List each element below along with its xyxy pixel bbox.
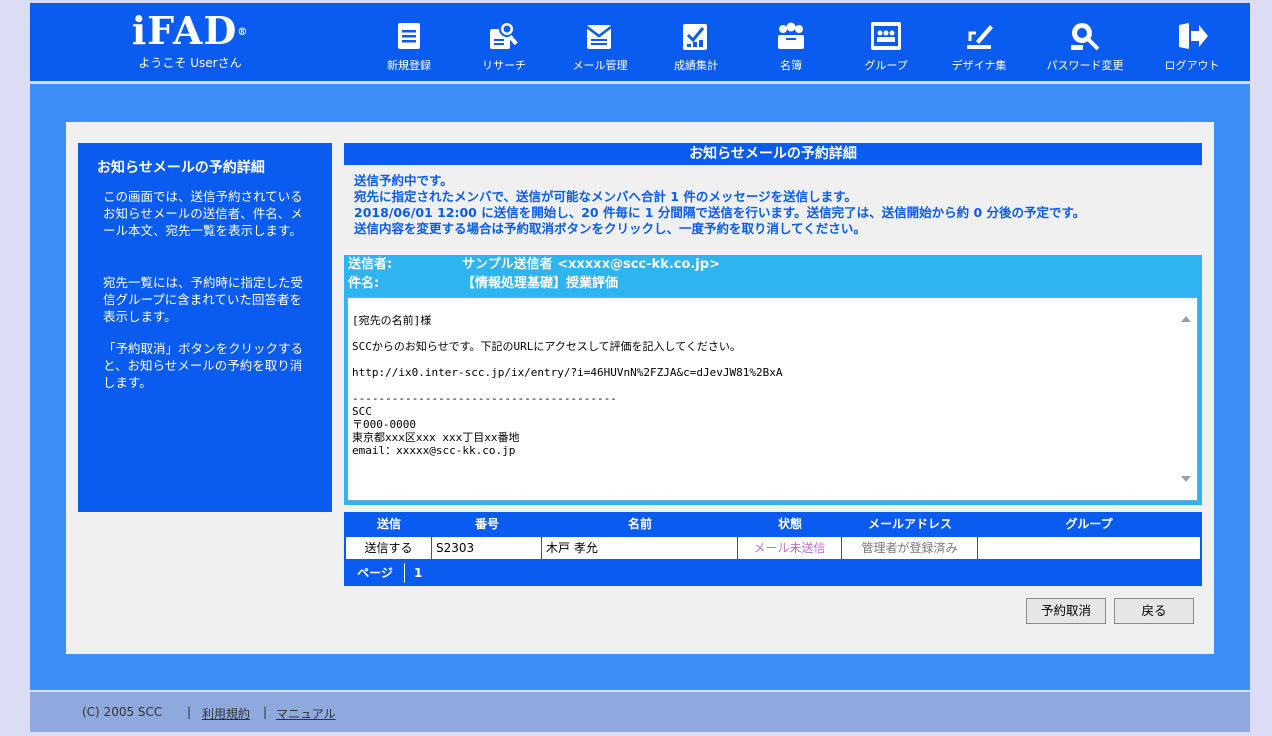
number-cell: S2303 bbox=[432, 537, 542, 559]
nav-research[interactable]: リサーチ bbox=[456, 19, 552, 73]
notice-line: 送信内容を変更する場合は予約取消ボタンをクリックし、一度予約を取り消してください… bbox=[354, 221, 866, 236]
nav-password-change[interactable]: パスワード変更 bbox=[1037, 19, 1133, 73]
terms-link[interactable]: 利用規約 bbox=[202, 705, 250, 722]
notice-line: 2018/06/01 12:00 に送信を開始し、20 件毎に 1 分間隔で送信… bbox=[354, 205, 1086, 220]
sender-value: サンプル送信者 <xxxxx@scc-kk.co.jp> bbox=[462, 257, 720, 272]
notice-line: 送信予約中です。 bbox=[354, 173, 453, 188]
subject-label: 件名: bbox=[348, 276, 380, 291]
password-icon bbox=[1071, 23, 1100, 51]
mail-icon bbox=[586, 25, 612, 49]
pager-divider bbox=[404, 563, 405, 583]
nav-label: ログアウト bbox=[1164, 59, 1220, 72]
nav-label: グループ bbox=[864, 59, 908, 72]
send-cell: 送信する bbox=[346, 537, 432, 559]
name-cell: 木戸 孝允 bbox=[542, 537, 738, 559]
scroll-down-arrow[interactable] bbox=[1181, 476, 1191, 482]
mail-address-cell: 管理者が登録済み bbox=[842, 537, 978, 559]
designer-icon bbox=[967, 25, 993, 49]
nav-label: 新規登録 bbox=[387, 59, 431, 72]
nav-logout[interactable]: ログアウト bbox=[1144, 19, 1240, 73]
notice-line: 宛先に指定されたメンバで、送信が可能なメンバへ合計 1 件のメッセージを送信しま… bbox=[354, 189, 857, 204]
group-icon bbox=[871, 22, 901, 50]
sidebar-description-3: 「予約取消」ボタンをクリックすると、お知らせメールの予約を取り消します。 bbox=[103, 341, 304, 390]
pager-label: ページ bbox=[357, 566, 393, 580]
logout-icon bbox=[1179, 23, 1208, 49]
nav-label: メール管理 bbox=[572, 59, 628, 72]
nav-label: デザイナ集 bbox=[951, 59, 1007, 72]
help-sidebar: お知らせメールの予約詳細 この画面では、送信予約されているお知らせメールの送信者… bbox=[78, 143, 332, 512]
research-icon bbox=[490, 21, 518, 49]
column-header: グループ bbox=[1065, 517, 1113, 531]
mail-preview: 送信者: サンプル送信者 <xxxxx@scc-kk.co.jp> 件名: 【情報処… bbox=[344, 255, 1202, 505]
logo: iFAD® ようこそ Userさん bbox=[130, 9, 250, 71]
nav-roster[interactable]: 名簿 bbox=[743, 19, 839, 73]
page-number-link[interactable]: 1 bbox=[414, 561, 422, 585]
column-header: 番号 bbox=[474, 517, 499, 531]
nav-mail-management[interactable]: メール管理 bbox=[552, 19, 648, 73]
mail-body-textarea[interactable]: [宛先の名前]様 SCCからのお知らせです。下記のURLにアクセスして評価を記入… bbox=[347, 297, 1198, 501]
nav-label: 名簿 bbox=[780, 59, 802, 72]
header-bar: iFAD® ようこそ Userさん 新規登録 リサーチ メール管理 成績集計 名… bbox=[30, 3, 1250, 81]
roster-icon bbox=[778, 22, 804, 49]
nav-group[interactable]: グループ bbox=[838, 19, 934, 73]
subject-row: 件名: 【情報処理基礎】授業評価 bbox=[348, 276, 618, 292]
subject-value: 【情報処理基礎】授業評価 bbox=[462, 276, 619, 291]
sidebar-title: お知らせメールの予約詳細 bbox=[97, 160, 265, 176]
footer-divider: | bbox=[187, 705, 192, 719]
scroll-up-arrow[interactable] bbox=[1181, 316, 1191, 322]
group-cell bbox=[978, 537, 1200, 559]
welcome-text: ようこそ Userさん bbox=[138, 56, 242, 70]
recipient-table: 送信 番号 名前 状態 メールアドレス グループ 送信する S2303 木戸 孝… bbox=[344, 512, 1202, 586]
grades-icon bbox=[683, 24, 707, 50]
nav-grades[interactable]: 成績集計 bbox=[648, 19, 744, 73]
back-button[interactable]: 戻る bbox=[1114, 598, 1194, 624]
nav-label: 成績集計 bbox=[674, 59, 718, 72]
nav-label: リサーチ bbox=[482, 59, 526, 72]
column-header: メールアドレス bbox=[867, 517, 952, 531]
page-title: お知らせメールの予約詳細 bbox=[344, 143, 1202, 165]
table-row: 送信する S2303 木戸 孝允 メール未送信 管理者が登録済み bbox=[346, 537, 1200, 559]
nav-designer[interactable]: デザイナ集 bbox=[931, 19, 1027, 73]
nav-new-registration[interactable]: 新規登録 bbox=[361, 19, 457, 73]
sender-row: 送信者: サンプル送信者 <xxxxx@scc-kk.co.jp> bbox=[348, 257, 720, 273]
nav-label: パスワード変更 bbox=[1046, 59, 1124, 72]
document-icon bbox=[398, 23, 420, 49]
footer-divider: | bbox=[263, 705, 268, 719]
sidebar-description-1: この画面では、送信予約されているお知らせメールの送信者、件名、メール本文、宛先一… bbox=[103, 189, 303, 238]
column-header: 送信 bbox=[376, 517, 401, 531]
brand-logo: iFAD® bbox=[131, 8, 249, 53]
reservation-notice: 送信予約中です。 宛先に指定されたメンバで、送信が可能なメンバへ合計 1 件のメ… bbox=[354, 173, 1204, 237]
copyright: (C) 2005 SCC bbox=[82, 705, 163, 719]
status-cell: メール未送信 bbox=[738, 537, 842, 559]
column-header: 名前 bbox=[627, 517, 652, 531]
manual-link[interactable]: マニュアル bbox=[276, 705, 336, 722]
mail-body-text: [宛先の名前]様 SCCからのお知らせです。下記のURLにアクセスして評価を記入… bbox=[352, 314, 783, 457]
footer: (C) 2005 SCC | 利用規約 | マニュアル bbox=[30, 692, 1250, 732]
cancel-reservation-button[interactable]: 予約取消 bbox=[1026, 598, 1106, 624]
sidebar-description-2: 宛先一覧には、予約時に指定した受信グループに含まれていた回答者を表示します。 bbox=[103, 275, 304, 324]
sender-label: 送信者: bbox=[348, 257, 393, 272]
column-header: 状態 bbox=[777, 517, 802, 531]
